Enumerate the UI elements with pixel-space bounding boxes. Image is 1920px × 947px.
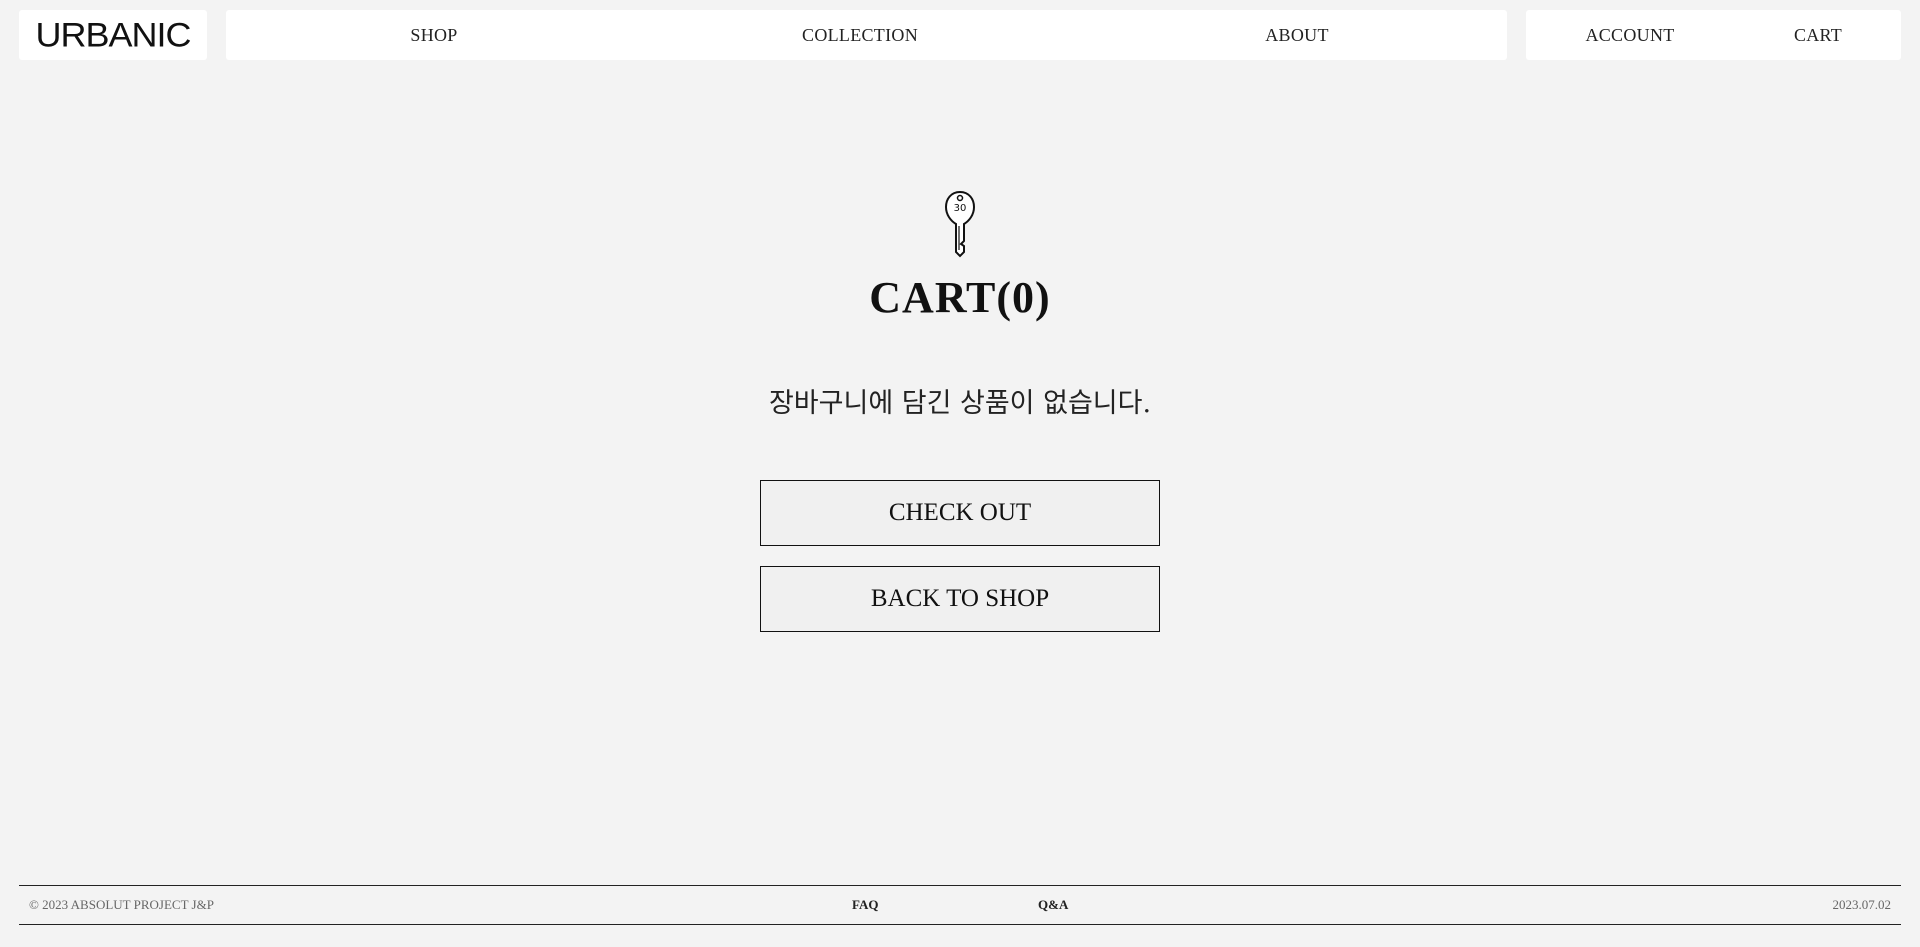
footer-date: 2023.07.02 — [1832, 897, 1892, 912]
footer-qna-link[interactable]: Q&A — [1038, 886, 1068, 924]
site-header: URBANIC SHOP COLLECTION ABOUT ACCOUNT CA… — [19, 10, 1901, 60]
nav-about[interactable]: ABOUT — [1265, 10, 1329, 60]
cart-title: CART(0) — [869, 273, 1051, 322]
empty-cart-message: 장바구니에 담긴 상품이 없습니다. — [768, 388, 1152, 419]
site-logo[interactable]: URBANIC — [35, 15, 191, 55]
account-nav: ACCOUNT CART — [1526, 10, 1901, 60]
cart-main: 30 CART(0) 장바구니에 담긴 상품이 없습니다. CHECK OUT … — [0, 190, 1920, 632]
copyright-text: © 2023 ABSOLUT PROJECT J&P — [29, 897, 214, 912]
key-tag-number: 30 — [954, 203, 967, 214]
back-to-shop-button[interactable]: BACK TO SHOP — [760, 566, 1160, 632]
nav-account[interactable]: ACCOUNT — [1585, 10, 1674, 60]
footer-faq-link[interactable]: FAQ — [852, 886, 878, 924]
site-footer: © 2023 ABSOLUT PROJECT J&P FAQ Q&A 2023.… — [19, 885, 1901, 925]
nav-cart[interactable]: CART — [1794, 10, 1842, 60]
nav-shop[interactable]: SHOP — [410, 10, 457, 60]
logo-box[interactable]: URBANIC — [19, 10, 207, 60]
main-nav: SHOP COLLECTION ABOUT — [226, 10, 1507, 60]
nav-collection[interactable]: COLLECTION — [802, 10, 918, 60]
key-icon: 30 — [944, 190, 976, 258]
checkout-button[interactable]: CHECK OUT — [760, 480, 1160, 546]
